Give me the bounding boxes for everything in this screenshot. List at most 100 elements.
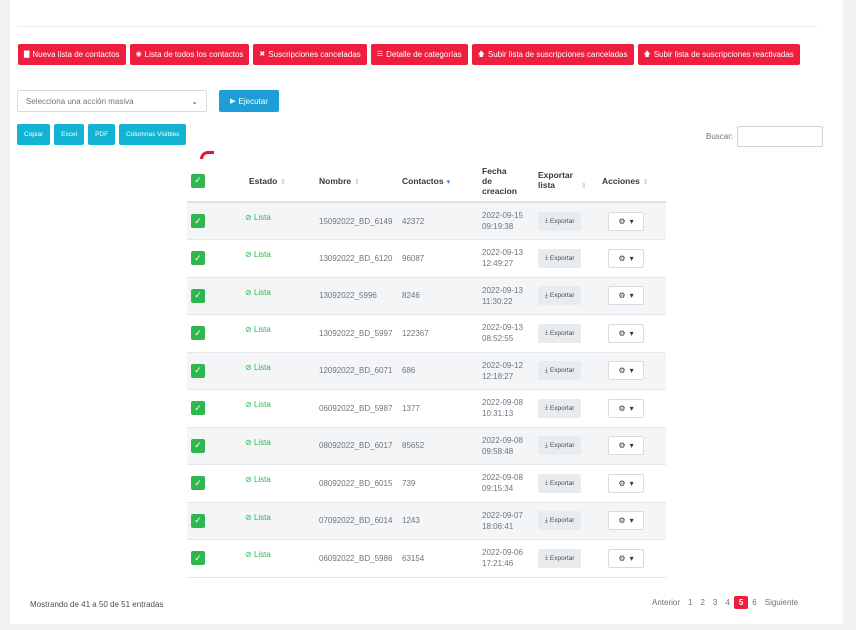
pdf-button[interactable]: PDF [88, 124, 116, 145]
top-button-label: Subir lista de suscripciones reactivadas [653, 50, 794, 59]
export-row-label: Exportar [549, 442, 575, 450]
top-button-1[interactable]: ▇ Nueva lista de contactos [18, 44, 126, 65]
pager-page-6[interactable]: 6 [748, 598, 760, 607]
table-row: ✓ ⊘ Lista 08092022_BD_6015 739 2022-09-08 09:… [187, 465, 666, 503]
nombre-cell: 06092022_BD_5987 [319, 403, 393, 413]
fecha-cell: 2022-09-07 18:06:41 [478, 502, 534, 540]
pager-page-5[interactable]: 5 [733, 596, 749, 609]
row-checkbox[interactable]: ✓ [191, 363, 205, 378]
estado-value: Lista [253, 550, 271, 559]
actions-dropdown-button[interactable]: ⚙ ▾ [608, 211, 644, 231]
gear-icon: ⚙ [618, 216, 626, 226]
download-icon: ⤓ [545, 329, 548, 337]
check-circle-icon: ⊘ [245, 325, 252, 334]
actions-dropdown-button[interactable]: ⚙ ▾ [608, 436, 644, 456]
header-exportar[interactable]: Exportar lista ⇕ [534, 160, 598, 203]
actions-dropdown-button[interactable]: ⚙ ▾ [608, 511, 644, 531]
export-row-button[interactable]: ⤓ Exportar [538, 511, 582, 531]
row-checkbox[interactable]: ✓ [191, 251, 205, 266]
row-checkbox[interactable]: ✓ [191, 476, 205, 491]
exportar-cell: ⤓ Exportar [534, 427, 598, 465]
eye-icon: ◉ [135, 51, 142, 58]
header-estado[interactable]: Estado ⇕ [231, 160, 301, 203]
pager-page-1[interactable]: 1 [684, 598, 696, 607]
row-checkbox[interactable]: ✓ [191, 401, 205, 416]
gear-icon: ⚙ [618, 403, 626, 413]
header-nombre[interactable]: Nombre ⇕ [301, 160, 398, 203]
export-row-button[interactable]: ⤓ Exportar [538, 286, 582, 306]
actions-dropdown-button[interactable]: ⚙ ▾ [608, 286, 644, 306]
gear-icon: ⚙ [618, 366, 626, 376]
top-button-6[interactable]: 🡅 Subir lista de suscripciones reactivada… [637, 44, 800, 65]
actions-dropdown-button[interactable]: ⚙ ▾ [608, 473, 644, 493]
row-checkbox[interactable]: ✓ [191, 288, 205, 303]
exportar-cell: ⤓ Exportar [534, 202, 598, 240]
top-button-2[interactable]: ◉ Lista de todos los contactos [129, 44, 250, 65]
header-fecha[interactable]: Fecha de creacion [478, 160, 534, 203]
execute-button[interactable]: ▶ Ejecutar [219, 90, 279, 112]
fecha-time: 18:06:41 [482, 521, 514, 531]
row-checkbox[interactable]: ✓ [191, 214, 205, 228]
header-select-all[interactable]: ✓ [187, 160, 231, 203]
pager-page-4[interactable]: 4 [721, 598, 733, 607]
export-row-button[interactable]: ⤓ Exportar [538, 361, 582, 381]
top-button-5[interactable]: 🡅 Subir lista de suscripciones canceladas [471, 44, 634, 65]
header-acciones[interactable]: Acciones ⇕ [598, 160, 666, 203]
row-select-cell: ✓ [187, 202, 231, 240]
estado-value: Lista [253, 400, 271, 409]
fecha-cell: 2022-09-08 09:58:48 [478, 427, 534, 465]
actions-dropdown-button[interactable]: ⚙ ▾ [608, 248, 644, 268]
pager-next[interactable]: Siguiente [761, 598, 802, 607]
export-row-button[interactable]: ⤓ Exportar [538, 323, 582, 343]
export-row-button[interactable]: ⤓ Exportar [538, 398, 582, 418]
caret-down-icon: ▾ [629, 553, 634, 563]
export-row-button[interactable]: ⤓ Exportar [538, 473, 582, 493]
search-input[interactable] [737, 126, 823, 147]
top-button-row: ▇ Nueva lista de contactos ◉ Lista de todos… [18, 44, 800, 65]
select-all-checkbox[interactable]: ✓ [191, 173, 205, 188]
export-row-button[interactable]: ⤓ Exportar [538, 248, 582, 268]
actions-dropdown-button[interactable]: ⚙ ▾ [608, 361, 644, 381]
table-row: ✓ ⊘ Lista 12092022_BD_6071 686 2022-09-12 12:… [187, 352, 666, 390]
row-checkbox[interactable]: ✓ [191, 326, 205, 341]
fecha-date: 2022-09-13 [482, 285, 523, 295]
row-checkbox[interactable]: ✓ [191, 551, 205, 566]
check-circle-icon: ⊘ [245, 362, 252, 372]
download-icon: ⤓ [545, 254, 548, 262]
red-annotation-mark [200, 151, 214, 159]
chevron-down-icon: ⌄ [191, 96, 198, 106]
copy-button[interactable]: Copiar [17, 124, 51, 145]
actions-dropdown-button[interactable]: ⚙ ▾ [608, 398, 644, 418]
header-estado-label: Estado [249, 175, 278, 186]
row-checkbox[interactable]: ✓ [191, 513, 205, 528]
top-button-3[interactable]: ✖ Suscripciones canceladas [253, 44, 367, 65]
export-row-button[interactable]: ⤓ Exportar [538, 211, 582, 231]
mass-action-select[interactable]: Selecciona una acción masiva ⌄ [17, 90, 207, 112]
estado-value: Lista [253, 325, 271, 334]
caret-down-icon: ▾ [629, 441, 634, 451]
fecha-date: 2022-09-13 [482, 323, 523, 333]
estado-cell: ⊘ Lista [231, 427, 301, 465]
pager-page-3[interactable]: 3 [709, 598, 721, 607]
visible-columns-button[interactable]: Columnas Visibles [119, 124, 187, 145]
arrow-up-icon: 🡅 [477, 51, 485, 58]
export-row-label: Exportar [549, 254, 575, 262]
header-contactos[interactable]: Contactos ▾ [398, 160, 478, 203]
caret-down-icon: ▾ [629, 291, 634, 301]
sort-icon: ⇕ [354, 178, 360, 186]
export-row-button[interactable]: ⤓ Exportar [538, 548, 582, 568]
row-checkbox[interactable]: ✓ [191, 438, 205, 453]
pager-page-2[interactable]: 2 [696, 598, 708, 607]
contactos-cell: 686 [402, 366, 416, 376]
actions-dropdown-button[interactable]: ⚙ ▾ [608, 548, 644, 568]
actions-dropdown-button[interactable]: ⚙ ▾ [608, 323, 644, 343]
check-circle-icon: ⊘ [245, 213, 252, 222]
top-button-4[interactable]: ☰ Detalle de categorías [370, 44, 468, 65]
acciones-cell: ⚙ ▾ [598, 390, 666, 428]
acciones-cell: ⚙ ▾ [598, 465, 666, 503]
excel-button[interactable]: Excel [54, 124, 85, 145]
table-row: ✓ ⊘ Lista 08092022_BD_6017 85652 2022-09-08 0… [187, 427, 666, 465]
pager-prev[interactable]: Anterior [648, 598, 684, 607]
export-row-button[interactable]: ⤓ Exportar [538, 436, 582, 456]
estado-value: Lista [253, 512, 271, 522]
